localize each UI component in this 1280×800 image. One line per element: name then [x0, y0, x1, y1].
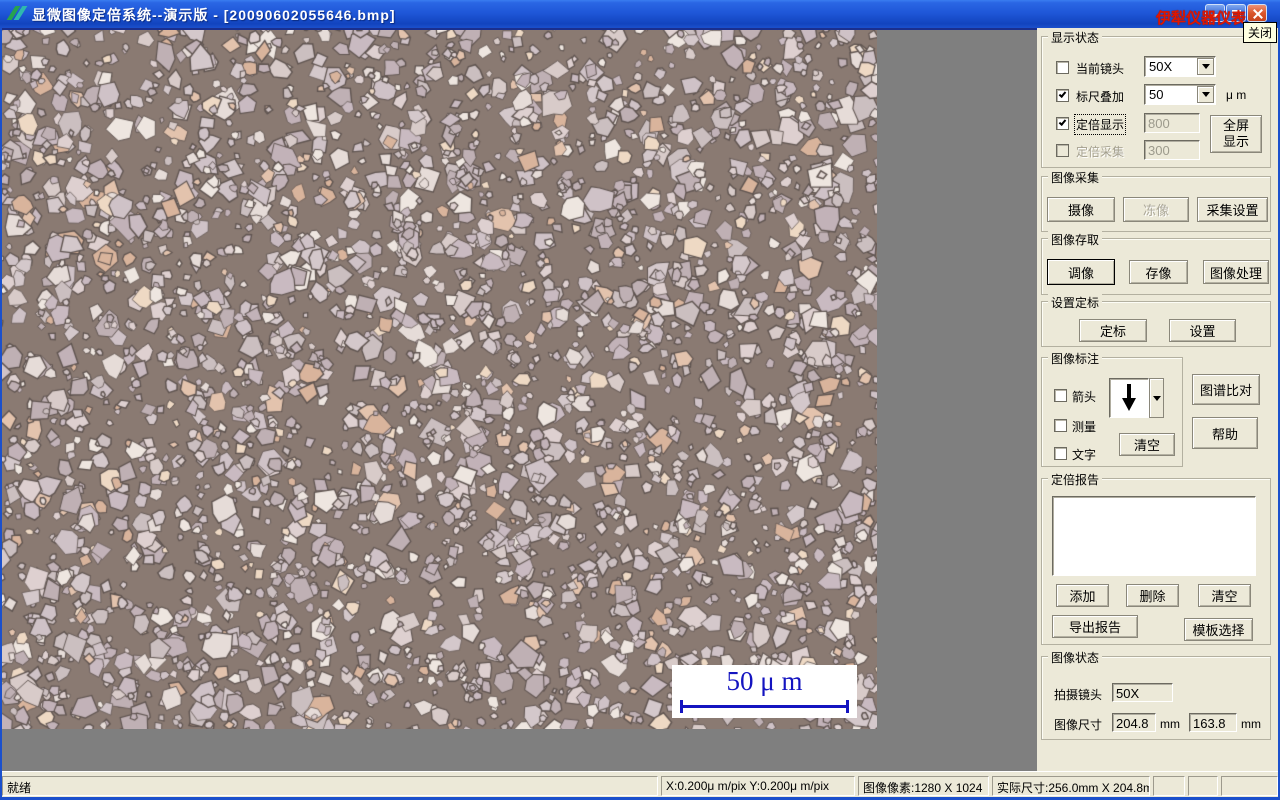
- ruler-unit-label: μ m: [1226, 88, 1247, 102]
- label-shoot-lens: 拍摄镜头: [1054, 688, 1103, 702]
- image-width-field: 204.8: [1112, 713, 1156, 732]
- fullscreen-button[interactable]: 全屏显示: [1210, 115, 1262, 153]
- checkbox-arrow[interactable]: [1054, 389, 1067, 402]
- group-display-status-title: 显示状态: [1048, 29, 1103, 46]
- label-fixed-capture: 定倍采集: [1076, 145, 1125, 159]
- group-calibration-title: 设置定标: [1048, 294, 1103, 311]
- checkbox-fixed-display[interactable]: [1056, 117, 1069, 130]
- scale-bar-overlay: 50 μ m: [672, 665, 857, 718]
- report-clear-button[interactable]: 清空: [1198, 584, 1251, 607]
- report-template-button[interactable]: 模板选择: [1184, 618, 1253, 641]
- vendor-watermark: 伊犁仪器仪表: [1156, 10, 1247, 27]
- group-image-storage-title: 图像存取: [1048, 231, 1103, 248]
- close-tooltip: 关闭: [1243, 22, 1278, 43]
- group-image-capture: 图像采集 摄像 冻像 采集设置: [1041, 169, 1271, 232]
- group-annotation: 图像标注 箭头 测量 清空 文字: [1041, 350, 1183, 467]
- title-bar[interactable]: 显微图像定倍系统--演示版 - [20090602055646.bmp] 伊犁仪…: [0, 0, 1280, 28]
- image-width-unit: mm: [1160, 717, 1180, 731]
- group-image-capture-title: 图像采集: [1048, 169, 1103, 186]
- app-window: 显微图像定倍系统--演示版 - [20090602055646.bmp] 伊犁仪…: [0, 0, 1280, 800]
- ruler-length-value: 50: [1149, 87, 1164, 102]
- report-export-button[interactable]: 导出报告: [1052, 615, 1138, 638]
- group-image-status-title: 图像状态: [1048, 649, 1103, 666]
- status-spare-2: [1188, 776, 1218, 796]
- help-button[interactable]: 帮助: [1192, 417, 1258, 449]
- atlas-compare-button[interactable]: 图谱比对: [1192, 374, 1260, 405]
- image-height-field: 163.8: [1189, 713, 1237, 732]
- label-current-lens: 当前镜头: [1076, 62, 1125, 76]
- save-image-button[interactable]: 存像: [1129, 260, 1188, 284]
- load-image-button[interactable]: 调像: [1047, 259, 1115, 285]
- checkbox-measure[interactable]: [1054, 419, 1067, 432]
- shoot-lens-field: 50X: [1112, 683, 1173, 702]
- calibration-settings-button[interactable]: 设置: [1169, 319, 1236, 342]
- fixed-display-field: 800: [1144, 113, 1200, 133]
- checkbox-current-lens[interactable]: [1056, 61, 1069, 74]
- group-image-status: 图像状态 拍摄镜头 50X 图像尺寸 204.8 mm 163.8 mm: [1041, 649, 1271, 740]
- group-report-title: 定倍报告: [1048, 471, 1103, 488]
- chevron-down-icon: [1152, 395, 1161, 405]
- chevron-down-icon: [1201, 92, 1210, 101]
- current-lens-value: 50X: [1149, 59, 1173, 74]
- freeze-button: 冻像: [1123, 197, 1189, 222]
- clear-annotation-button[interactable]: 清空: [1119, 433, 1175, 456]
- ruler-length-select[interactable]: 50: [1144, 84, 1216, 105]
- arrow-style-dropdown-button[interactable]: [1149, 378, 1164, 418]
- checkbox-ruler-overlay[interactable]: [1056, 89, 1069, 102]
- status-bar: 就绪 X:0.200μ m/pix Y:0.200μ m/pix 图像像素:12…: [0, 771, 1280, 797]
- label-ruler-overlay: 标尺叠加: [1076, 90, 1125, 104]
- group-calibration: 设置定标 定标 设置: [1041, 294, 1271, 347]
- group-report: 定倍报告 添加 删除 清空 导出报告 模板选择: [1041, 471, 1271, 645]
- scale-bar-line: [680, 700, 849, 713]
- arrow-style-select[interactable]: [1109, 378, 1149, 418]
- label-fixed-display: 定倍显示: [1073, 114, 1127, 135]
- report-list[interactable]: [1052, 496, 1256, 576]
- report-delete-button[interactable]: 删除: [1126, 584, 1179, 607]
- label-text: 文字: [1072, 448, 1097, 462]
- report-add-button[interactable]: 添加: [1056, 584, 1109, 607]
- window-border-left: [0, 28, 2, 797]
- close-icon: [1253, 9, 1263, 19]
- checkbox-fixed-capture: [1056, 144, 1069, 157]
- control-panel: 显示状态 当前镜头 50X 标尺叠加 50 μ m 定倍显示 800 定倍采集 …: [1037, 28, 1278, 771]
- fixed-capture-field: 300: [1144, 140, 1200, 160]
- label-arrow: 箭头: [1072, 390, 1097, 404]
- image-viewport: 50 μ m: [2, 28, 1037, 771]
- capture-settings-button[interactable]: 采集设置: [1197, 197, 1268, 222]
- app-icon: [6, 5, 28, 22]
- down-arrow-icon: [1122, 384, 1136, 411]
- label-measure: 测量: [1072, 420, 1097, 434]
- capture-button[interactable]: 摄像: [1047, 197, 1115, 222]
- status-ready: 就绪: [2, 776, 658, 796]
- close-button[interactable]: [1247, 4, 1267, 22]
- status-image-pixels: 图像像素:1280 X 1024: [858, 776, 989, 796]
- scale-bar-label: 50 μ m: [726, 666, 803, 696]
- status-spare-1: [1153, 776, 1185, 796]
- label-image-size: 图像尺寸: [1054, 718, 1103, 732]
- image-process-button[interactable]: 图像处理: [1203, 260, 1269, 284]
- current-lens-select[interactable]: 50X: [1144, 56, 1216, 77]
- group-display-status: 显示状态 当前镜头 50X 标尺叠加 50 μ m 定倍显示 800 定倍采集 …: [1041, 29, 1271, 168]
- group-annotation-title: 图像标注: [1048, 350, 1103, 367]
- chevron-down-icon: [1201, 64, 1210, 73]
- current-lens-dropdown-button[interactable]: [1197, 58, 1214, 75]
- ruler-length-dropdown-button[interactable]: [1197, 86, 1214, 103]
- status-pixel-scale: X:0.200μ m/pix Y:0.200μ m/pix: [661, 776, 855, 796]
- status-spare-3: [1221, 776, 1278, 796]
- micrograph-image: [2, 30, 877, 729]
- status-actual-size: 实际尺寸:256.0mm X 204.8mm: [992, 776, 1150, 796]
- window-title: 显微图像定倍系统--演示版 - [20090602055646.bmp]: [32, 7, 396, 23]
- calibrate-button[interactable]: 定标: [1079, 319, 1147, 342]
- image-height-unit: mm: [1241, 717, 1261, 731]
- group-image-storage: 图像存取 调像 存像 图像处理: [1041, 231, 1271, 295]
- checkbox-text[interactable]: [1054, 447, 1067, 460]
